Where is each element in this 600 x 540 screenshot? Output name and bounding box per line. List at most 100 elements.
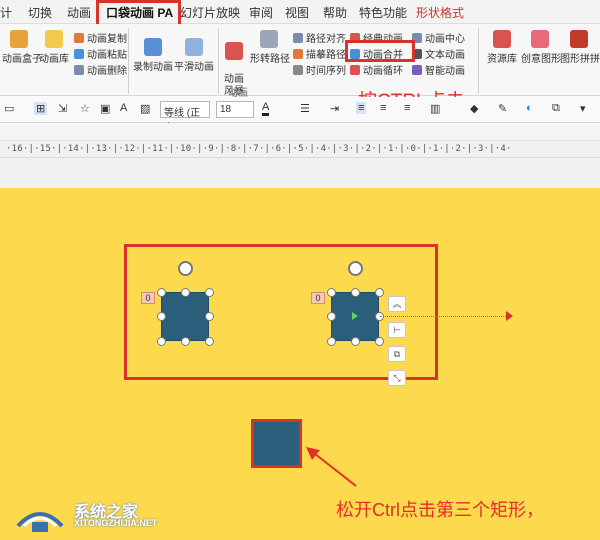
shape-tool-icon[interactable]: ▭ [4, 102, 14, 115]
smart-icon [412, 64, 422, 75]
font-color-icon[interactable]: A [262, 102, 270, 116]
effects-icon[interactable]: ◐ [526, 102, 533, 114]
tab-slideshow[interactable]: 幻灯片放映 [180, 4, 240, 21]
resize-handle[interactable] [157, 337, 166, 346]
anim-delete-button[interactable]: 动画删除 [74, 62, 127, 77]
resize-handle[interactable] [351, 337, 360, 346]
anim-loop-button[interactable]: 动画循环 [350, 62, 403, 77]
fill-color-icon[interactable]: ◆ [470, 102, 478, 115]
more-options-icon[interactable]: ▾ [580, 102, 586, 115]
ribbon-separator [478, 28, 479, 94]
tab-help[interactable]: 帮助 [323, 4, 347, 21]
align-tool-icon[interactable]: ⊞ [34, 102, 48, 115]
record-anim-button[interactable]: 录制动画 [133, 38, 173, 73]
image-tool-icon[interactable]: ▨ [140, 102, 150, 115]
resize-handle[interactable] [205, 312, 214, 321]
tab-shape-format[interactable]: 形状格式 [416, 4, 464, 21]
indent-icon[interactable]: ⇥ [330, 102, 339, 115]
font-name-select[interactable]: 等线 (正文 [160, 101, 210, 134]
left-rectangle-shape[interactable] [161, 292, 209, 341]
anim-center-button[interactable]: 动画中心 [412, 30, 465, 45]
watermark-logo-icon [16, 512, 64, 532]
anim-lib-button[interactable]: 动画库 [38, 30, 70, 65]
layout-options-icon[interactable]: ⧉ [388, 346, 406, 362]
tab-view[interactable]: 视图 [285, 4, 309, 21]
draw-icon [293, 48, 303, 59]
path-end-icon[interactable] [506, 311, 513, 321]
tab-featured[interactable]: 特色功能 [359, 4, 407, 21]
tab-animations[interactable]: 动画 [67, 4, 91, 21]
watermark-url: XITONGZHIJIA.NET [74, 518, 158, 528]
resize-handle[interactable] [351, 288, 360, 297]
resize-handle[interactable] [157, 288, 166, 297]
anim-paste-button[interactable]: 动画粘贴 [74, 46, 127, 61]
motion-path-line[interactable] [380, 316, 508, 317]
creative-shape-button[interactable]: 创意图形 [521, 30, 561, 65]
resize-handle[interactable] [181, 337, 190, 346]
horizontal-ruler: ·16·|·15·|·14·|·13·|·12·|·11·|·10·|·9·|·… [0, 140, 600, 158]
path-align-button[interactable]: 路径对齐 [293, 30, 346, 45]
smooth-anim-button[interactable]: 平滑动画 [174, 38, 214, 73]
anim-box-button[interactable]: 动画盒子 [2, 30, 42, 65]
shape-path-button[interactable]: 形转路径 [250, 30, 290, 65]
resize-handle[interactable] [375, 288, 384, 297]
smart-anim-button[interactable]: 智能动画 [412, 62, 465, 77]
resource-lib-button[interactable]: 资源库 [484, 30, 520, 65]
shape-puzzle-button[interactable]: 图形拼拼 [560, 30, 600, 65]
resize-handle[interactable] [375, 337, 384, 346]
pointer-tool-icon[interactable]: ⇲ [58, 102, 67, 115]
tab-design[interactable]: 计 [0, 4, 12, 21]
columns-icon[interactable]: ▥ [430, 102, 440, 115]
crop-icon[interactable]: ⤡ [388, 370, 406, 386]
timeline-button[interactable]: 时间序列 [293, 62, 346, 77]
resize-handle[interactable] [181, 288, 190, 297]
align-icon [293, 32, 303, 43]
star-icon [45, 30, 63, 48]
animation-order-badge: 0 [141, 292, 155, 304]
draw-path-button[interactable]: 描摹路径 [293, 46, 346, 61]
format-bar: ▭ ⊞ ⇲ ☆ ▣ A ▨ 等线 (正文 18 A ☰ ⇥ ≡ ≡ ≡ ▥ ◆ … [0, 97, 600, 134]
delete-icon [74, 64, 84, 75]
tab-transitions[interactable]: 切换 [28, 4, 52, 21]
slide-margin [0, 158, 600, 188]
resize-handle[interactable] [205, 337, 214, 346]
creative-icon [531, 30, 549, 48]
font-size-select[interactable]: 18 [216, 101, 254, 118]
star-tool-icon[interactable]: ☆ [80, 102, 90, 115]
path-start-icon [352, 312, 358, 320]
resize-handle[interactable] [327, 312, 336, 321]
tab-review[interactable]: 审阅 [249, 4, 273, 21]
ribbon-tab-bar: 计 切换 动画 口袋动画 PA 幻灯片放映 审阅 视图 帮助 特色功能 形状格式 [0, 0, 600, 24]
text-anim-button[interactable]: 文本动画 [412, 46, 465, 61]
anim-copy-button[interactable]: 动画复制 [74, 30, 127, 45]
line-color-icon[interactable]: ✎ [498, 102, 507, 115]
resize-handle[interactable] [327, 288, 336, 297]
paste-icon [74, 48, 84, 59]
resource-icon [493, 30, 511, 48]
list-icon[interactable]: ☰ [300, 102, 310, 115]
puzzle-icon [570, 30, 588, 48]
clock-icon [293, 64, 303, 75]
rotate-handle-icon[interactable] [348, 261, 363, 276]
storm-icon [225, 42, 243, 60]
align-right-icon[interactable]: ≡ [404, 102, 410, 114]
smooth-icon [185, 38, 203, 56]
resize-handle[interactable] [157, 312, 166, 321]
ruler-ticks: ·16·|·15·|·14·|·13·|·12·|·11·|·10·|·9·|·… [6, 144, 512, 154]
ribbon: 动画盒子 动画库 动画复制 动画粘贴 动画删除 录制动画 平滑动画 动画 风暴 … [0, 24, 600, 99]
frame-tool-icon[interactable]: ▣ [100, 102, 110, 115]
animation-order-badge: 0 [311, 292, 325, 304]
align-center-icon[interactable]: ≡ [380, 102, 386, 114]
arrange-icon[interactable]: ⧉ [552, 102, 560, 115]
copy-icon [74, 32, 84, 43]
rotate-handle-icon[interactable] [178, 261, 193, 276]
anim-box-icon [10, 30, 28, 48]
move-up-icon[interactable]: ︽ [388, 296, 406, 312]
resize-handle[interactable] [205, 288, 214, 297]
third-rectangle-shape[interactable] [251, 419, 302, 468]
record-icon [144, 38, 162, 56]
align-options-icon[interactable]: ⊢ [388, 322, 406, 338]
text-box-tool-icon[interactable]: A [120, 102, 127, 114]
align-left-icon[interactable]: ≡ [356, 102, 367, 114]
resize-handle[interactable] [327, 337, 336, 346]
